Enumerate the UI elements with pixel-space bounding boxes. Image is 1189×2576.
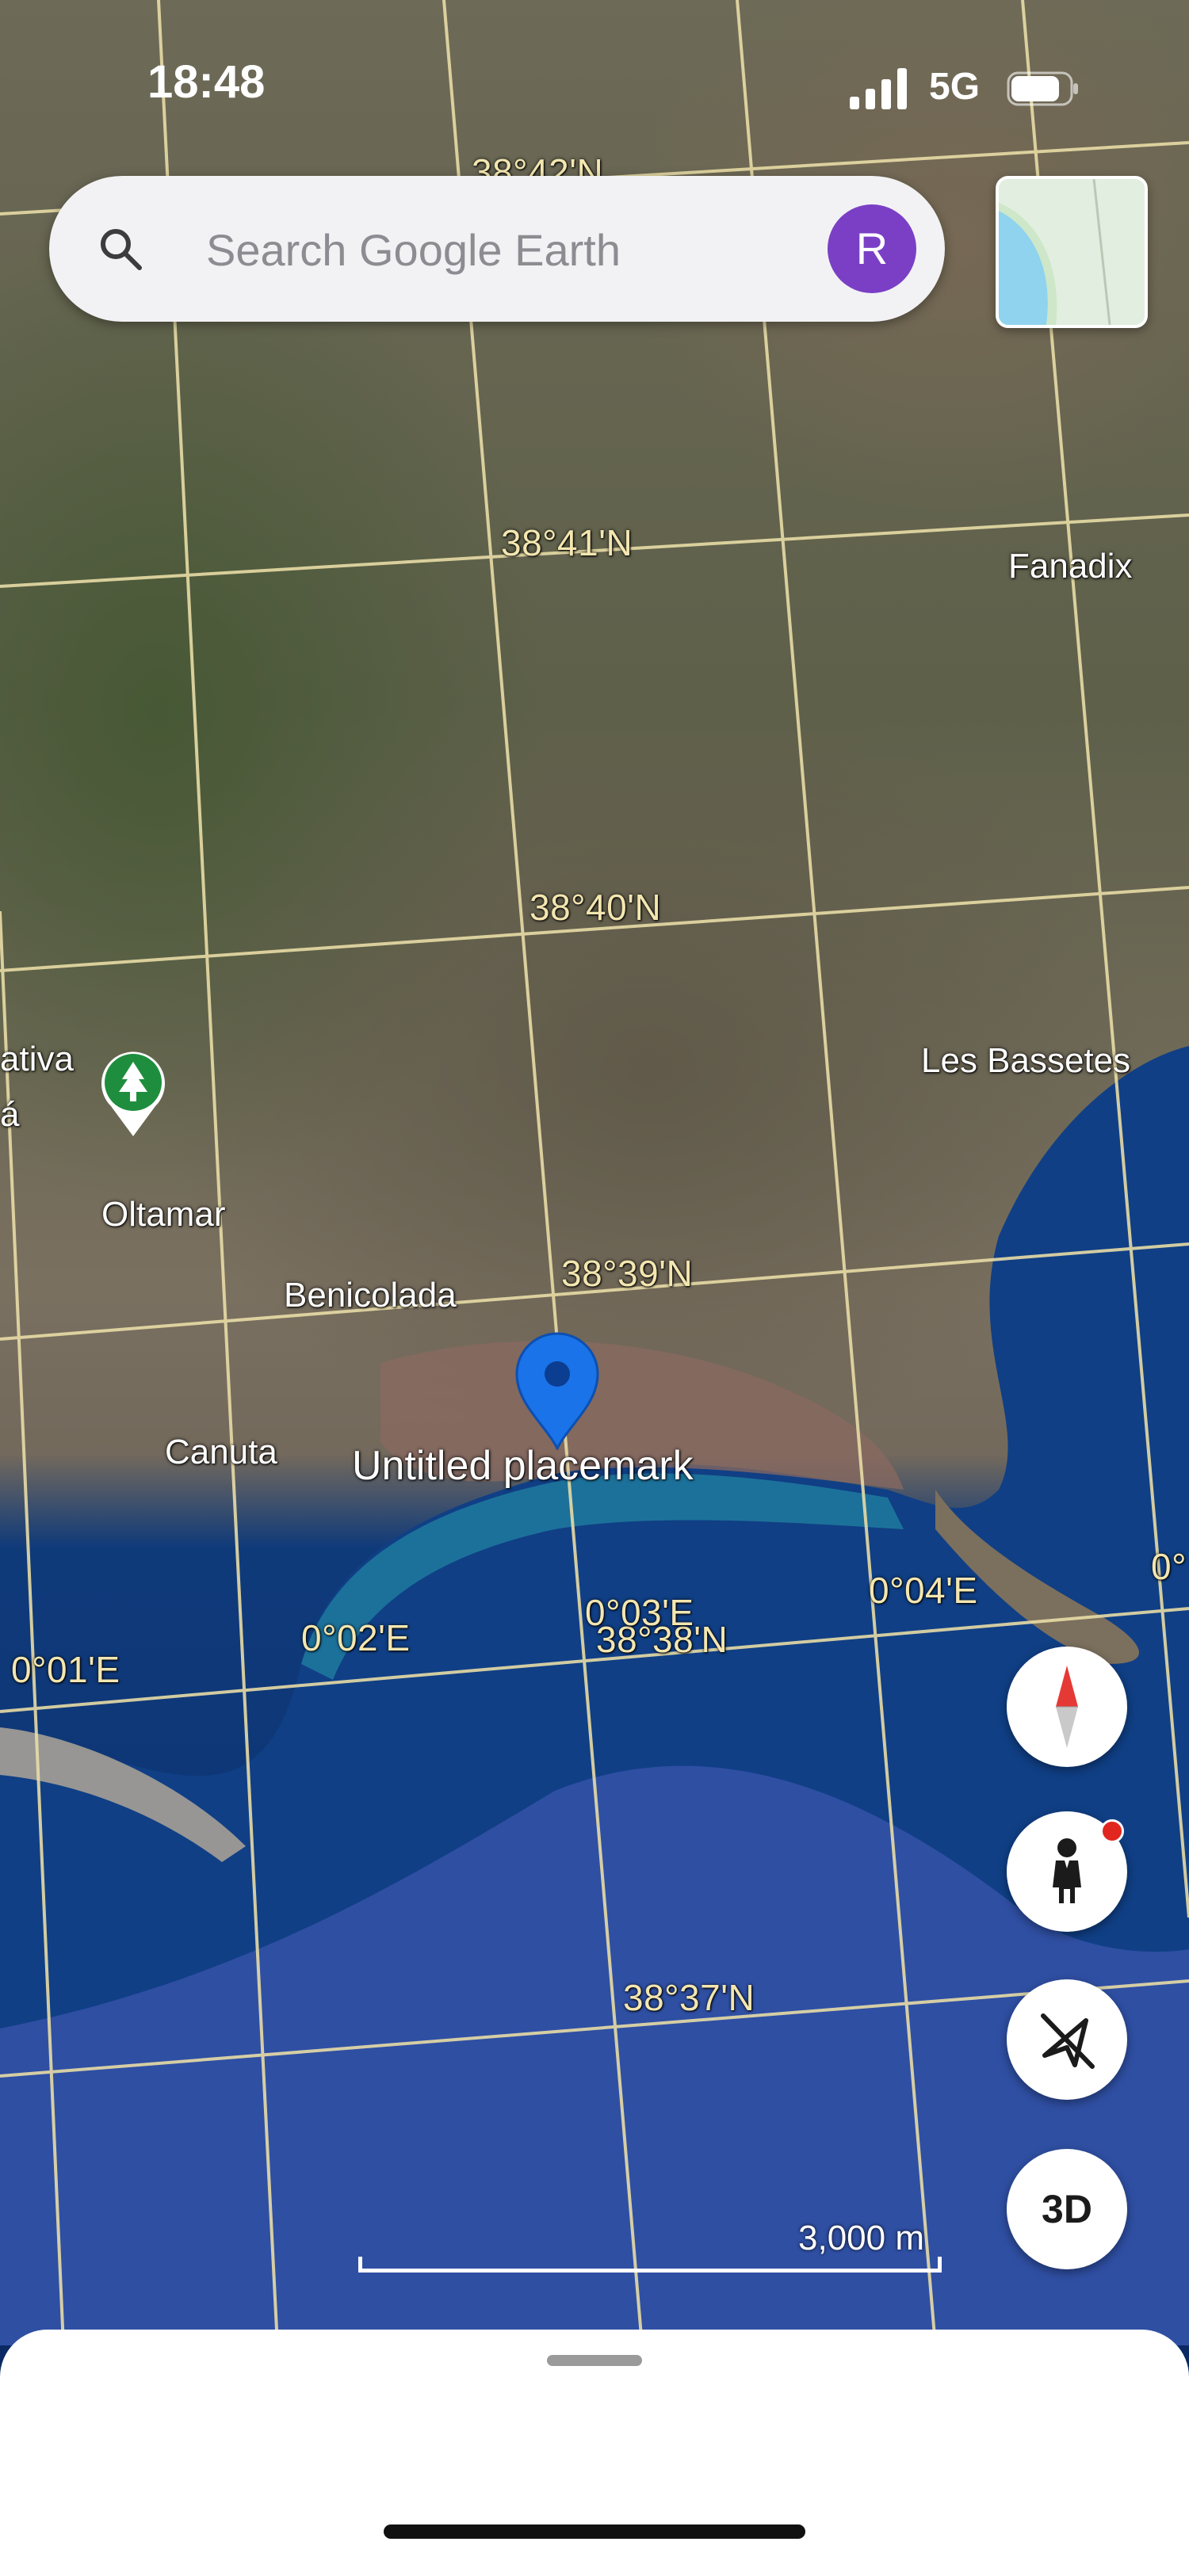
home-indicator[interactable] bbox=[384, 2524, 805, 2539]
signal-strength-icon bbox=[850, 68, 907, 109]
longitude-label: 0°02'E bbox=[301, 1617, 411, 1658]
network-type: 5G bbox=[929, 66, 981, 108]
latitude-label: 38°39'N bbox=[561, 1253, 694, 1294]
my-location-button[interactable] bbox=[1007, 1979, 1127, 2100]
place-label-partial[interactable]: ativa bbox=[0, 1040, 74, 1079]
place-label-canuta[interactable]: Canuta bbox=[165, 1433, 277, 1472]
scale-label: 3,000 m bbox=[798, 2219, 924, 2257]
bottom-sheet[interactable] bbox=[0, 2330, 1189, 2576]
place-label-oltamar[interactable]: Oltamar bbox=[101, 1195, 225, 1235]
search-bar[interactable]: R bbox=[49, 176, 945, 322]
three-d-toggle-button[interactable]: 3D bbox=[1007, 2149, 1127, 2269]
status-bar: 18:48 5G bbox=[0, 0, 1189, 158]
longitude-label: 0°03'E bbox=[585, 1592, 694, 1633]
map-style-button[interactable] bbox=[996, 176, 1148, 328]
search-input[interactable] bbox=[205, 217, 842, 282]
account-avatar[interactable]: R bbox=[828, 204, 916, 293]
place-label-fanadix[interactable]: Fanadix bbox=[1008, 547, 1133, 586]
notification-dot bbox=[1100, 1819, 1124, 1843]
status-time: 18:48 bbox=[147, 56, 266, 108]
search-icon[interactable] bbox=[95, 223, 146, 274]
map-thumbnail-icon bbox=[999, 179, 1145, 325]
place-label-benicolada[interactable]: Benicolada bbox=[284, 1276, 457, 1315]
longitude-label: 0°01'E bbox=[11, 1649, 120, 1690]
longitude-label: 0° bbox=[1151, 1546, 1187, 1587]
battery-icon bbox=[1007, 71, 1078, 106]
placemark-pin-icon[interactable] bbox=[514, 1331, 601, 1450]
location-off-icon bbox=[1041, 2013, 1095, 2069]
longitude-label: 0°04'E bbox=[869, 1570, 978, 1611]
scale-line bbox=[358, 2257, 942, 2273]
compass-button[interactable] bbox=[1007, 1647, 1127, 1767]
latitude-label: 38°40'N bbox=[530, 887, 662, 928]
latitude-label: 38°37'N bbox=[623, 1977, 755, 2018]
sheet-drag-handle[interactable] bbox=[547, 2355, 642, 2366]
scale-bar: 3,000 m bbox=[358, 2219, 945, 2282]
compass-icon bbox=[1056, 1666, 1078, 1748]
latitude-label: 38°41'N bbox=[501, 522, 633, 563]
place-label-les-bassetes[interactable]: Les Bassetes bbox=[921, 1041, 1130, 1081]
street-view-button[interactable] bbox=[1007, 1811, 1127, 1932]
three-d-label: 3D bbox=[1042, 2187, 1092, 2231]
place-label-partial[interactable]: á bbox=[0, 1095, 19, 1135]
placemark-label[interactable]: Untitled placemark bbox=[352, 1442, 694, 1490]
park-marker-icon[interactable] bbox=[94, 1043, 173, 1138]
